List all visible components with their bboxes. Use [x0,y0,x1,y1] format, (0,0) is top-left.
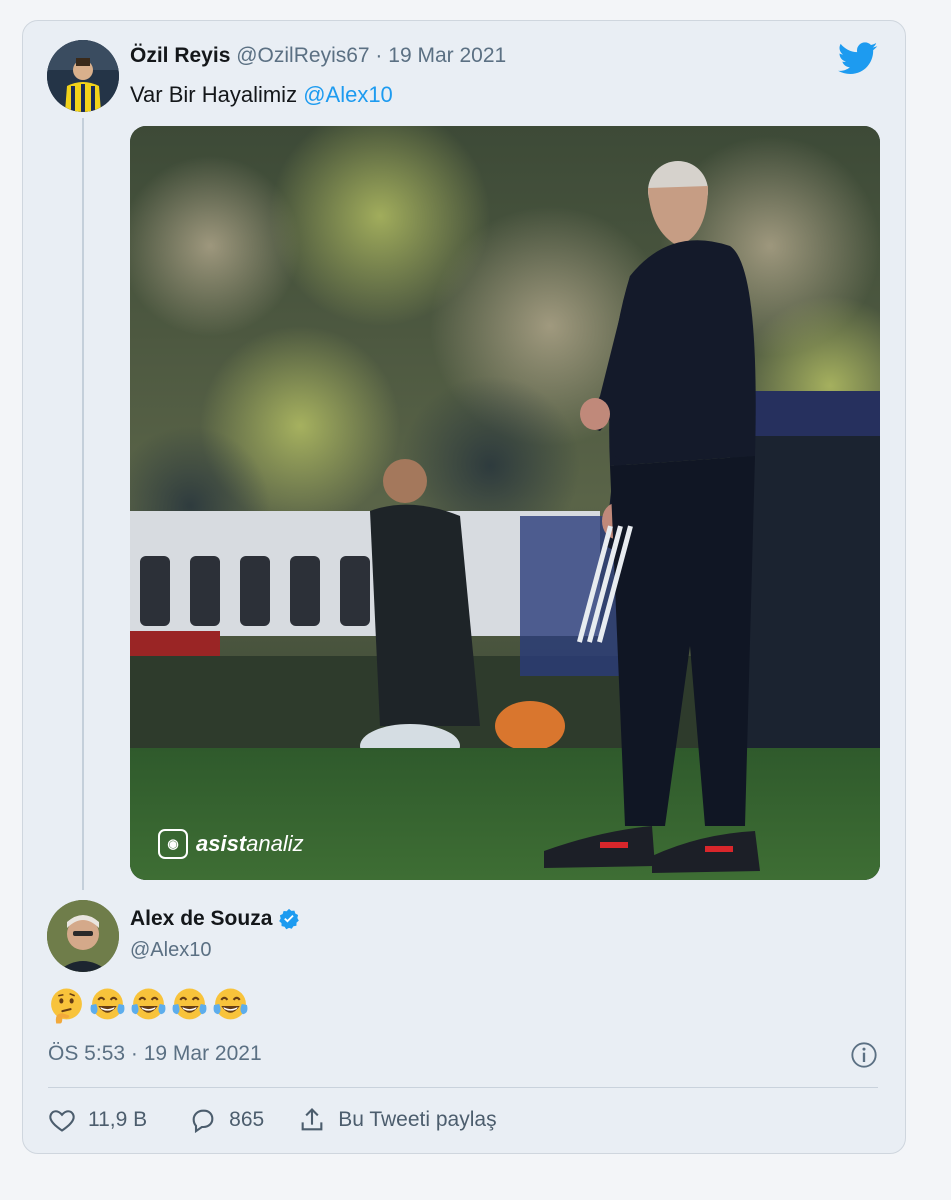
tears-of-joy-icon [172,988,207,1020]
like-button[interactable]: 11,9 B [48,1106,147,1134]
tweet-date[interactable]: 19 Mar 2021 [388,44,506,67]
tweet-text-body: Var Bir Hayalimiz [130,82,304,107]
tweet-text: Var Bir Hayalimiz @Alex10 [130,82,393,108]
reply-author-name[interactable]: Alex de Souza [130,907,272,931]
reply-count: 865 [229,1108,265,1131]
reply-author[interactable]: Alex de Souza [130,907,300,931]
reply-button[interactable]: 865 [189,1106,264,1134]
info-icon[interactable] [850,1041,878,1069]
media-watermark: ◉ asistanaliz [158,828,304,860]
like-count: 11,9 B [88,1108,148,1131]
tears-of-joy-icon [131,988,166,1020]
tweet-photo[interactable] [130,126,880,880]
heart-icon [49,1110,75,1132]
author-name[interactable]: Özil Reyis [130,44,230,67]
watermark-brand-light: analiz [246,831,304,856]
camera-frame-icon: ◉ [158,829,188,859]
action-bar: 11,9 B 865 Bu Tweeti paylaş [48,1106,497,1134]
share-icon [301,1108,323,1131]
divider [48,1087,878,1088]
avatar[interactable] [47,40,119,112]
mention-link[interactable]: @Alex10 [303,82,393,107]
twitter-bird-icon[interactable] [838,42,878,76]
reply-text-emojis [48,986,249,1024]
author-handle[interactable]: @OzilReyis67 [236,44,369,67]
speech-bubble-icon [192,1109,214,1134]
thread-line [82,118,84,890]
header-separator: · [369,44,389,67]
verified-badge-icon [279,908,300,930]
watermark-brand-bold: asist [196,831,247,856]
tears-of-joy-icon [213,988,248,1020]
tears-of-joy-icon [90,988,125,1020]
thinking-face-icon [51,988,82,1024]
reply-timestamp[interactable]: ÖS 5:53 · 19 Mar 2021 [48,1042,262,1066]
share-label: Bu Tweeti paylaş [338,1108,497,1131]
reply-avatar[interactable] [47,900,119,972]
reply-handle[interactable]: @Alex10 [130,939,211,962]
tweet-header: Özil Reyis @OzilReyis67 · 19 Mar 2021 [130,44,506,68]
share-button[interactable]: Bu Tweeti paylaş [298,1106,497,1134]
